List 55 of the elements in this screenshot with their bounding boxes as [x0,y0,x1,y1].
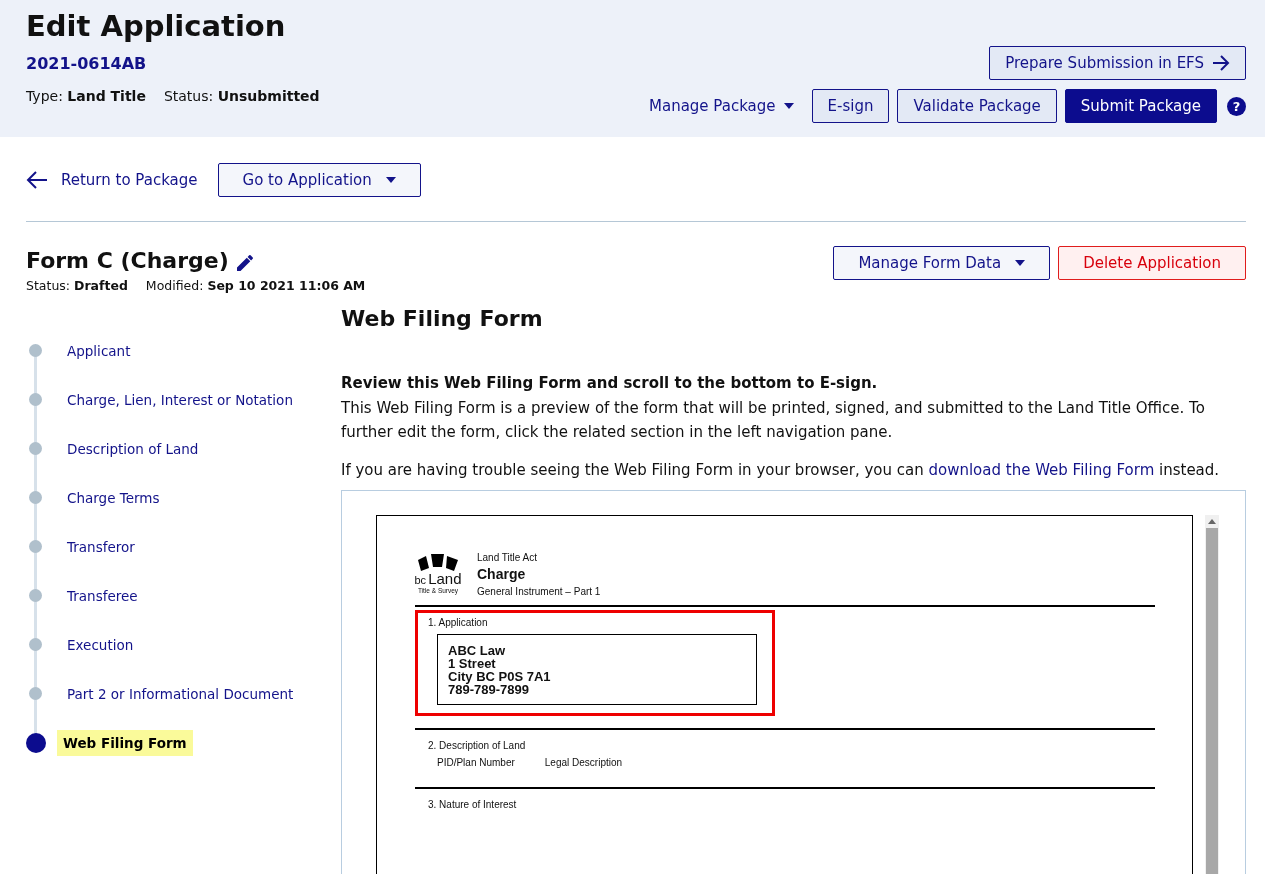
section-title: 1. Application [428,617,489,628]
step-link[interactable]: Charge Terms [61,484,166,511]
meta-text: Status: Unsubmitted [163,88,320,104]
step-link[interactable]: Transferor [61,533,141,560]
logo-text: Land [428,572,462,586]
column-header: PID/Plan Number [437,757,515,768]
step-link[interactable]: Part 2 or Informational Document [61,680,300,707]
download-link[interactable]: download the Web Filing Form [928,461,1155,479]
step-link[interactable]: Web Filing Form [57,729,193,756]
document-subtitle: General Instrument – Part 1 [477,586,601,597]
action-button[interactable]: Validate Package [897,89,1057,123]
step-link[interactable]: Charge, Lien, Interest or Notation [61,386,299,413]
column-header: Legal Description [544,757,623,768]
prepare-submission-button[interactable]: Prepare Submission in EFS [989,46,1246,80]
arrow-left-icon [26,171,48,189]
action-button[interactable]: E-sign [811,89,890,123]
scrollbar-thumb[interactable] [1206,528,1218,874]
section-title: 2. Description of Land [428,740,527,751]
instruction-text: Review this Web Filing Form and scroll to the bottom to E-sign. [341,374,879,392]
go-to-application-dropdown[interactable]: Go to Application [217,163,421,197]
logo-icon [416,552,460,572]
description-text: This Web Filing Form is a preview of the form that will be printed, signed, and submitted to the Land Title Office. To further edit the form, click the related section in the left navigation pane. [341,398,1206,443]
help-text: If you are having trouble seeing the Web Filing Form in your browser, you can download the Web Filing Form instead. [341,460,1221,481]
section-heading: Web Filing Form [341,305,544,333]
help-icon[interactable]: ? [1227,96,1246,116]
act-name: Land Title Act [477,552,539,563]
application-number: 2021-0614AB [26,54,148,73]
manage-package-dropdown[interactable]: Manage Package [649,89,804,123]
step-link[interactable]: Transferee [61,582,144,609]
form-title: Form C (Charge) [26,247,229,275]
return-link[interactable]: Return to Package [26,171,198,189]
scroll-up-icon [1208,519,1216,524]
meta-text: Modified: Sep 10 2021 11:06 AM [145,278,366,293]
address-line: 1 Street [448,657,497,670]
delete-button[interactable]: Delete Application [1058,246,1246,280]
manage-form-data-dropdown[interactable]: Manage Form Data [833,246,1051,280]
pencil-icon [234,254,253,272]
caret-icon [385,177,396,183]
address-line: City BC P0S 7A1 [448,670,552,683]
caret-icon [1015,260,1026,266]
meta-text: Type: Land Title [26,88,146,104]
section-title: 3. Nature of Interest [428,799,518,810]
step-link[interactable]: Execution [61,631,140,658]
scrollbar[interactable] [1205,515,1219,874]
page-title: Edit Application [26,8,287,45]
document-title: Charge [477,566,527,582]
submit-button[interactable]: Submit Package [1064,89,1217,123]
step-link[interactable]: Applicant [61,337,137,364]
arrow-right-icon [1212,55,1230,71]
logo-text: bc [414,573,427,587]
step-link[interactable]: Description of Land [61,435,205,462]
address-line: 789-789-7899 [448,683,530,696]
address-line: ABC Law [448,644,507,657]
caret-icon [783,103,794,109]
meta-text: Status: Drafted [26,278,128,293]
